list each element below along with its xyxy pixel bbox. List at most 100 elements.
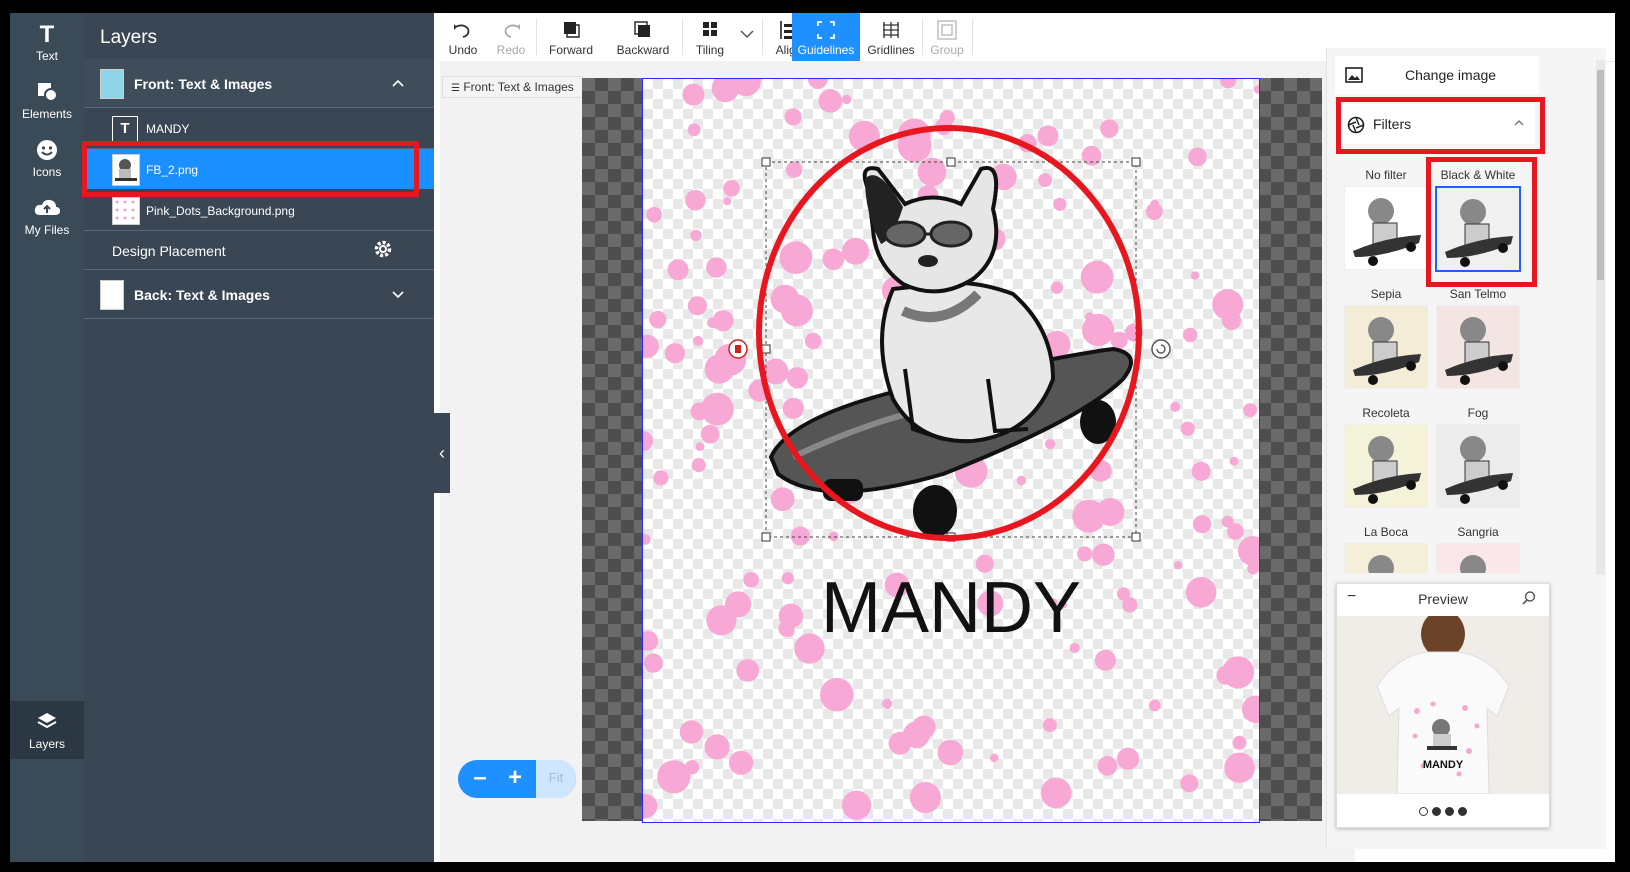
zoom-search-icon[interactable]: [1521, 590, 1537, 606]
back-group-header[interactable]: Back: Text & Images: [84, 270, 434, 319]
chevron-up-icon[interactable]: [391, 78, 405, 88]
rail-icons-label: Icons: [32, 165, 62, 179]
tiling-button[interactable]: Tiling: [684, 13, 736, 61]
grid-icon: [883, 22, 899, 38]
design-area[interactable]: MANDY: [642, 78, 1260, 823]
front-group-header[interactable]: Front: Text & Images: [84, 59, 434, 108]
toolbar-divider: [922, 19, 923, 55]
panel-scrollbar[interactable]: [1596, 60, 1605, 575]
breadcrumb[interactable]: ☰ Front: Text & Images: [442, 76, 583, 98]
undo-icon: [454, 24, 470, 38]
toolbar-divider: [762, 19, 763, 55]
layer-item-mandy[interactable]: T MANDY: [84, 108, 434, 149]
filter-label: Recoleta: [1362, 406, 1410, 420]
filter-thumbnail: [1435, 186, 1521, 272]
guidelines-button[interactable]: Guidelines: [792, 13, 860, 61]
forward-button[interactable]: Forward: [538, 13, 604, 61]
filter-option[interactable]: Sepia: [1343, 287, 1429, 389]
layers-title: Layers: [100, 27, 158, 48]
dog-image-layer[interactable]: [643, 79, 1259, 822]
toolbar-divider: [536, 19, 537, 55]
preview-pagination[interactable]: [1337, 803, 1549, 816]
cloud-upload-icon: [34, 199, 60, 215]
filter-label: La Boca: [1363, 525, 1409, 539]
pagination-dot[interactable]: [1458, 807, 1467, 816]
tiling-label: Tiling: [695, 43, 725, 57]
gridlines-label: Gridlines: [867, 43, 915, 57]
dog-icon: [115, 159, 137, 181]
scrollbar-thumb[interactable]: [1597, 70, 1604, 280]
elements-icon: [38, 83, 58, 102]
filters-header[interactable]: Filters: [1341, 104, 1535, 144]
filter-label: San Telmo: [1449, 287, 1507, 301]
svg-text:T: T: [40, 21, 55, 47]
trash-icon: [735, 345, 741, 353]
filter-label: Sangria: [1457, 525, 1499, 539]
pink-dots-thumbnail: [112, 197, 140, 225]
undo-label: Undo: [448, 43, 478, 57]
tiling-dropdown-chevron-icon[interactable]: [738, 27, 756, 41]
redo-button[interactable]: Redo: [488, 13, 534, 61]
redo-label: Redo: [496, 43, 526, 57]
chevron-down-icon[interactable]: [391, 289, 405, 299]
preview-panel: − Preview MANDY: [1336, 583, 1550, 828]
backward-label: Backward: [616, 43, 670, 57]
rotate-handle-icon[interactable]: [1151, 339, 1171, 359]
back-group-label: Back: Text & Images: [134, 287, 270, 303]
breadcrumb-label: Front: Text & Images: [463, 80, 574, 94]
undo-button[interactable]: Undo: [440, 13, 486, 61]
group-label: Group: [930, 43, 964, 57]
design-placement-row[interactable]: Design Placement: [84, 231, 434, 270]
tshirt-preview-image[interactable]: MANDY: [1337, 610, 1549, 795]
rail-myfiles-button[interactable]: My Files: [10, 195, 84, 253]
preview-header: − Preview: [1337, 584, 1549, 614]
layer-item-fb2[interactable]: FB_2.png: [84, 149, 434, 189]
group-button[interactable]: Group: [924, 13, 970, 61]
front-group-label: Front: Text & Images: [134, 76, 273, 92]
filter-option[interactable]: La Boca: [1343, 525, 1429, 573]
smiley-icon: [37, 140, 57, 160]
filter-option[interactable]: Black & White: [1435, 168, 1521, 272]
rail-text-button[interactable]: T Text: [10, 21, 84, 79]
bring-forward-icon: [564, 22, 580, 38]
send-backward-icon: [634, 21, 650, 37]
guidelines-label: Guidelines: [797, 43, 855, 57]
zoom-in-button[interactable]: +: [500, 760, 530, 798]
pagination-dot[interactable]: [1432, 807, 1441, 816]
design-placement-label: Design Placement: [112, 243, 226, 259]
layer-item-label: Pink_Dots_Background.png: [146, 204, 295, 218]
filter-option[interactable]: No filter: [1343, 168, 1429, 270]
layer-item-pink-dots[interactable]: Pink_Dots_Background.png: [84, 190, 434, 231]
gridlines-button[interactable]: Gridlines: [862, 13, 920, 61]
guidelines-icon: [817, 21, 835, 39]
tshirt-mockup: MANDY: [1376, 610, 1510, 795]
aperture-icon: [1347, 116, 1365, 134]
filter-label: Fog: [1467, 406, 1489, 420]
pagination-dot[interactable]: [1419, 807, 1428, 816]
backward-button[interactable]: Backward: [606, 13, 680, 61]
rail-layers-button[interactable]: Layers: [10, 701, 84, 759]
filter-option[interactable]: Recoleta: [1343, 406, 1429, 508]
pagination-dot[interactable]: [1445, 807, 1454, 816]
rail-myfiles-label: My Files: [24, 223, 70, 237]
filter-label: No filter: [1365, 168, 1407, 182]
chevron-up-icon[interactable]: [1513, 119, 1525, 127]
collapse-panel-handle[interactable]: ‹: [434, 413, 450, 493]
zoom-out-button[interactable]: –: [466, 760, 494, 798]
rail-text-label: Text: [35, 49, 58, 63]
zoom-fit-button[interactable]: Fit: [536, 760, 576, 798]
filter-option[interactable]: Fog: [1435, 406, 1521, 508]
filter-option[interactable]: Sangria: [1435, 525, 1521, 573]
image-icon: [1345, 67, 1363, 83]
filter-thumbnail: [1436, 305, 1520, 389]
change-image-row[interactable]: Change image: [1335, 56, 1539, 94]
zoom-control: – + Fit: [458, 760, 576, 798]
rail-elements-button[interactable]: Elements: [10, 79, 84, 137]
gear-icon[interactable]: [372, 238, 394, 260]
mandy-text-layer[interactable]: MANDY: [643, 567, 1259, 649]
layers-small-icon: ☰: [451, 83, 460, 94]
back-group-thumbnail: [100, 280, 124, 310]
filter-thumbnail: [1344, 186, 1428, 270]
filter-option[interactable]: San Telmo: [1435, 287, 1521, 389]
rail-icons-button[interactable]: Icons: [10, 137, 84, 195]
